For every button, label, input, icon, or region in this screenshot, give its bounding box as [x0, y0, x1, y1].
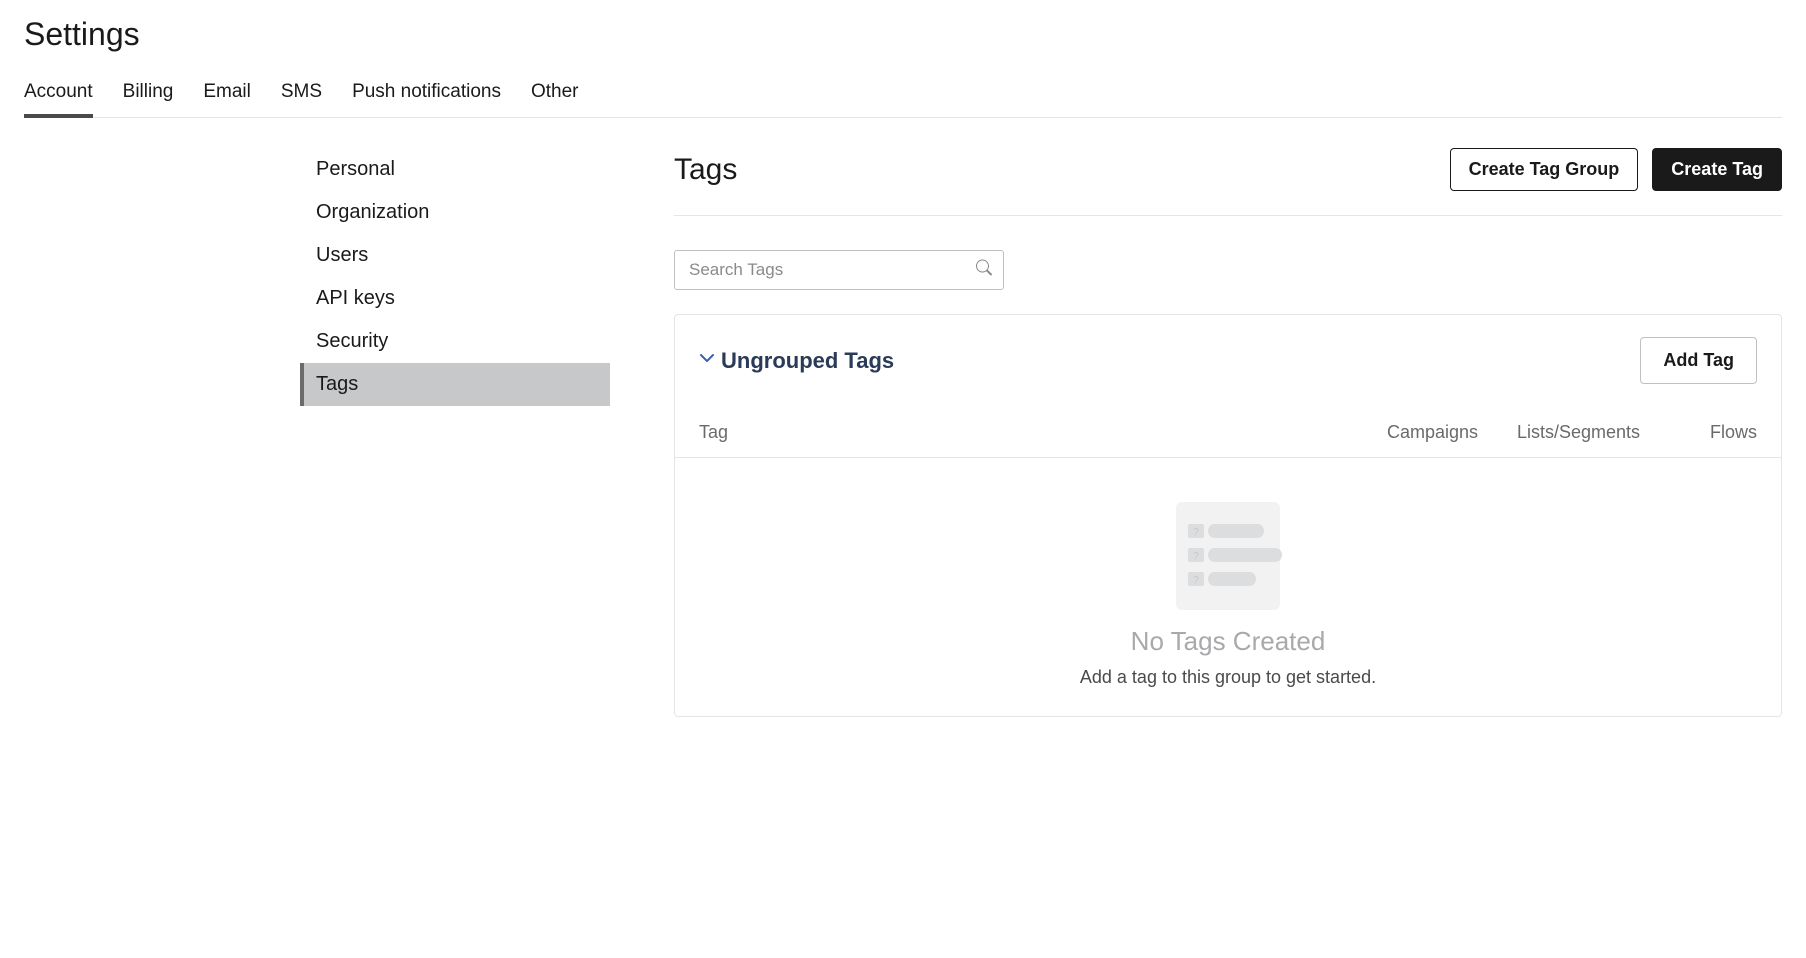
create-tag-group-button[interactable]: Create Tag Group: [1450, 148, 1639, 191]
column-lists: Lists/Segments: [1517, 422, 1687, 443]
empty-title: No Tags Created: [1131, 626, 1326, 657]
empty-subtitle: Add a tag to this group to get started.: [1080, 667, 1376, 688]
sidebar-item-security[interactable]: Security: [300, 320, 610, 363]
page-title: Settings: [24, 16, 1782, 53]
svg-text:?: ?: [1193, 575, 1199, 586]
sidebar: Personal Organization Users API keys Sec…: [300, 148, 610, 717]
main-title: Tags: [674, 153, 737, 187]
search-input[interactable]: [674, 250, 1004, 290]
ungrouped-tags-panel: Ungrouped Tags Add Tag Tag Campaigns Lis…: [674, 314, 1782, 717]
panel-title-toggle[interactable]: Ungrouped Tags: [699, 348, 894, 374]
add-tag-button[interactable]: Add Tag: [1640, 337, 1757, 384]
empty-illustration-icon: ? ? ?: [1168, 502, 1288, 612]
tab-sms[interactable]: SMS: [281, 81, 322, 117]
panel-title: Ungrouped Tags: [721, 348, 894, 374]
tab-push-notifications[interactable]: Push notifications: [352, 81, 501, 117]
sidebar-item-organization[interactable]: Organization: [300, 191, 610, 234]
sidebar-item-api-keys[interactable]: API keys: [300, 277, 610, 320]
svg-text:?: ?: [1193, 527, 1199, 538]
tab-other[interactable]: Other: [531, 81, 579, 117]
sidebar-item-users[interactable]: Users: [300, 234, 610, 277]
column-campaigns: Campaigns: [1387, 422, 1517, 443]
column-tag: Tag: [699, 422, 1387, 443]
column-flows: Flows: [1687, 422, 1757, 443]
sidebar-item-tags[interactable]: Tags: [300, 363, 610, 406]
create-tag-button[interactable]: Create Tag: [1652, 148, 1782, 191]
tab-email[interactable]: Email: [203, 81, 251, 117]
empty-state: ? ? ? No Tags Created Add a tag to this …: [675, 458, 1781, 716]
svg-text:?: ?: [1193, 551, 1199, 562]
tab-account[interactable]: Account: [24, 81, 93, 117]
chevron-down-icon: [699, 350, 715, 371]
sidebar-item-personal[interactable]: Personal: [300, 148, 610, 191]
table-header: Tag Campaigns Lists/Segments Flows: [675, 404, 1781, 458]
tab-billing[interactable]: Billing: [123, 81, 174, 117]
tabs-nav: Account Billing Email SMS Push notificat…: [24, 81, 1782, 118]
